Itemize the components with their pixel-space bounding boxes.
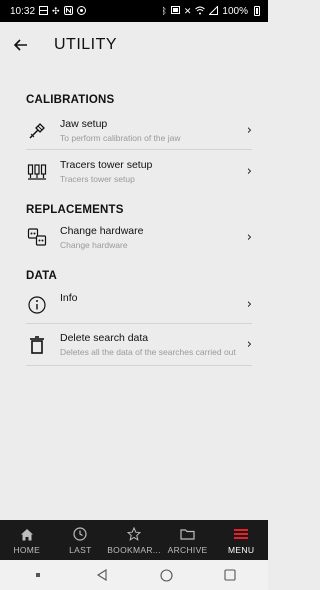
overview-square-icon[interactable] (210, 569, 250, 581)
chevron-right-icon: › (246, 337, 252, 352)
list-item-text: Info (60, 292, 238, 304)
list-item-subtitle: Deletes all the data of the searches car… (60, 347, 236, 357)
nav-item-archive[interactable]: ARCHIVE (161, 520, 215, 560)
nav-label: HOME (13, 545, 41, 555)
status-right: ᛒ ✕ 100% (161, 4, 260, 17)
list-item-text: Jaw setup To perform calibration of the … (60, 118, 238, 143)
home-circle-icon[interactable] (146, 568, 186, 582)
nfc-notification-icon (63, 5, 73, 17)
chevron-right-icon: › (246, 229, 252, 245)
list-item-text: Delete search data Deletes all the data … (60, 332, 238, 357)
section-title-replacements: REPLACEMENTS (26, 204, 124, 216)
back-arrow-icon[interactable] (13, 36, 36, 54)
list-item-text: Tracers tower setup Tracers tower setup (60, 159, 238, 184)
status-left: 10:32 ✣ (10, 5, 86, 17)
list-item-change-hardware[interactable]: Change hardware Change hardware › (26, 220, 252, 254)
system-navigation (0, 560, 268, 590)
utility-list: CALIBRATIONS Jaw setup To perform calibr… (0, 78, 268, 366)
back-triangle-icon[interactable] (82, 569, 122, 581)
mute-icon: ✕ (183, 5, 192, 16)
nav-item-last[interactable]: LAST (54, 520, 108, 560)
section-title-data: DATA (26, 270, 58, 282)
list-item-title: Tracers tower setup (60, 158, 153, 171)
usb-notification-icon: ✣ (52, 5, 60, 16)
folder-icon (180, 525, 195, 543)
list-item-delete-search-data[interactable]: Delete search data Deletes all the data … (26, 324, 252, 366)
list-item-title: Info (60, 292, 78, 304)
trash-icon (26, 334, 48, 356)
list-item-title: Change hardware (60, 224, 144, 237)
nav-label: LAST (69, 545, 92, 555)
list-item-subtitle: To perform calibration of the jaw (60, 133, 181, 143)
nav-label: MENU (228, 545, 255, 555)
gallery-notification-icon (39, 5, 49, 17)
list-item-title: Jaw setup (60, 118, 108, 130)
wifi-icon (195, 6, 206, 17)
bluetooth-icon: ᛒ (161, 5, 167, 16)
info-icon (26, 294, 48, 316)
chevron-right-icon: › (246, 163, 252, 179)
app-header: UTILITY (0, 22, 268, 68)
nav-label: ARCHIVE (167, 545, 208, 555)
status-bar: 10:32 ✣ ᛒ ✕ 100% (0, 0, 268, 22)
recents-dot-icon[interactable] (18, 572, 58, 578)
battery-percent: 100% (222, 5, 248, 17)
battery-icon (254, 6, 260, 16)
list-item-subtitle: Change hardware (60, 239, 128, 250)
app-notification-icon (76, 5, 86, 17)
chevron-right-icon: › (246, 123, 252, 138)
star-icon (126, 525, 141, 543)
list-item-jaw-setup[interactable]: Jaw setup To perform calibration of the … (26, 112, 252, 150)
chevron-right-icon: › (246, 297, 252, 312)
nav-item-menu[interactable]: MENU (214, 520, 268, 560)
section-title-calibrations: CALIBRATIONS (26, 94, 115, 106)
hardware-icon (26, 226, 48, 248)
page-title: UTILITY (54, 36, 118, 53)
jaw-tool-icon (26, 120, 48, 142)
bottom-navigation: HOME LAST BOOKMAR... ARCHIVE MENU (0, 520, 268, 560)
list-item-tracers-tower-setup[interactable]: Tracers tower setup Tracers tower setup … (26, 150, 252, 192)
list-item-text: Change hardware Change hardware (60, 225, 238, 250)
nav-item-home[interactable]: HOME (0, 520, 54, 560)
menu-icon (234, 525, 249, 543)
signal-icon (208, 4, 219, 17)
clock-icon (73, 525, 87, 543)
nav-label: BOOKMAR... (107, 545, 161, 555)
screenshot-icon (170, 6, 180, 16)
list-item-subtitle: Tracers tower setup (60, 173, 135, 184)
nav-item-bookmarks[interactable]: BOOKMAR... (107, 520, 161, 560)
tracers-tower-icon (26, 160, 48, 182)
list-item-title: Delete search data (60, 332, 149, 344)
home-icon (20, 525, 34, 543)
list-item-info[interactable]: Info › (26, 286, 252, 324)
status-time: 10:32 (10, 5, 36, 17)
